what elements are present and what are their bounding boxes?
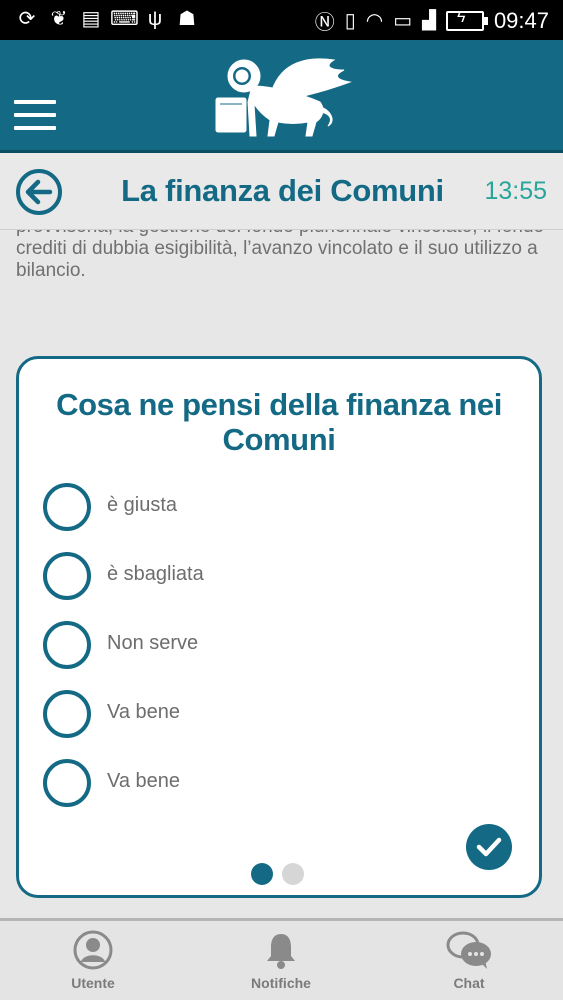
leaf-icon: ❦ xyxy=(50,8,68,30)
nav-label: Notifiche xyxy=(251,975,311,991)
content-text-line: bilancio. xyxy=(16,260,86,281)
survey-option[interactable]: Non serve xyxy=(43,621,503,671)
system-icons: Ⓝ ▯ ◠ ▭ ▟ ϟ 09:47 xyxy=(315,6,549,35)
nav-label: Chat xyxy=(453,975,485,991)
content-text-line: crediti di dubbia esigibilità, l’avanzo … xyxy=(16,238,538,259)
page-dot[interactable] xyxy=(282,863,304,885)
android-icon: ☗ xyxy=(178,8,196,30)
content-text: provvisoria, la gestione del fondo pluri… xyxy=(16,230,546,290)
page-indicator xyxy=(251,863,304,885)
check-icon xyxy=(476,837,502,857)
radio-button[interactable] xyxy=(43,621,91,669)
battery-charging-icon: ϟ xyxy=(445,9,488,31)
vibrate-icon: ▯ xyxy=(344,10,356,32)
nav-item-notifiche[interactable]: Notifiche xyxy=(221,929,341,991)
hamburger-icon[interactable] xyxy=(14,100,56,130)
survey-option[interactable]: Va bene xyxy=(43,690,503,740)
radio-button[interactable] xyxy=(43,552,91,600)
timer: 13:55 xyxy=(484,177,547,205)
survey-option[interactable]: è giusta xyxy=(43,483,503,533)
bell-icon xyxy=(267,934,295,969)
app-header xyxy=(0,40,563,150)
bottom-nav: Utente Notifiche Chat xyxy=(0,921,563,1000)
radio-button[interactable] xyxy=(43,690,91,738)
title-bar: La finanza dei Comuni 13:55 xyxy=(0,153,563,230)
notification-icons: ⟳ ❦ ▤ ⌨ ψ ☗ xyxy=(14,6,200,32)
option-label: è sbagliata xyxy=(107,563,204,585)
survey-option[interactable]: Va bene xyxy=(43,759,503,809)
radio-button[interactable] xyxy=(43,483,91,531)
survey-card: Cosa ne pensi della finanza nei Comuni è… xyxy=(16,356,542,898)
usb-icon: ψ xyxy=(147,8,163,30)
image-icon: ▤ xyxy=(81,8,101,30)
option-label: è giusta xyxy=(107,494,178,516)
wifi-icon: ◠ xyxy=(365,10,384,32)
page-dot-active[interactable] xyxy=(251,863,273,885)
confirm-button[interactable] xyxy=(466,824,512,870)
sim-icon: ▭ xyxy=(393,10,413,32)
option-label: Va bene xyxy=(107,701,181,723)
nfc-icon: Ⓝ xyxy=(314,12,335,34)
back-arrow-icon[interactable] xyxy=(14,167,64,217)
clock: 09:47 xyxy=(493,7,549,33)
survey-question: Cosa ne pensi della finanza nei Comuni xyxy=(56,387,502,457)
radio-button[interactable] xyxy=(43,759,91,807)
option-label: Va bene xyxy=(107,770,181,792)
chat-icon xyxy=(446,931,491,969)
nav-label: Utente xyxy=(71,975,115,991)
nav-item-chat[interactable]: Chat xyxy=(409,929,529,991)
code-icon: ⌨ xyxy=(110,8,139,30)
user-icon xyxy=(73,930,113,970)
sync-icon: ⟳ xyxy=(18,8,36,30)
page-title: La finanza dei Comuni xyxy=(121,173,444,208)
status-bar: ⟳ ❦ ▤ ⌨ ψ ☗ Ⓝ ▯ ◠ ▭ ▟ ϟ 09:47 xyxy=(0,0,563,40)
nav-item-utente[interactable]: Utente xyxy=(33,929,153,991)
option-label: Non serve xyxy=(107,632,199,654)
survey-option[interactable]: è sbagliata xyxy=(43,552,503,602)
winged-lion-logo xyxy=(215,58,352,137)
signal-icon: ▟ xyxy=(422,10,436,30)
content-text-line: provvisoria, la gestione del fondo pluri… xyxy=(16,230,546,238)
